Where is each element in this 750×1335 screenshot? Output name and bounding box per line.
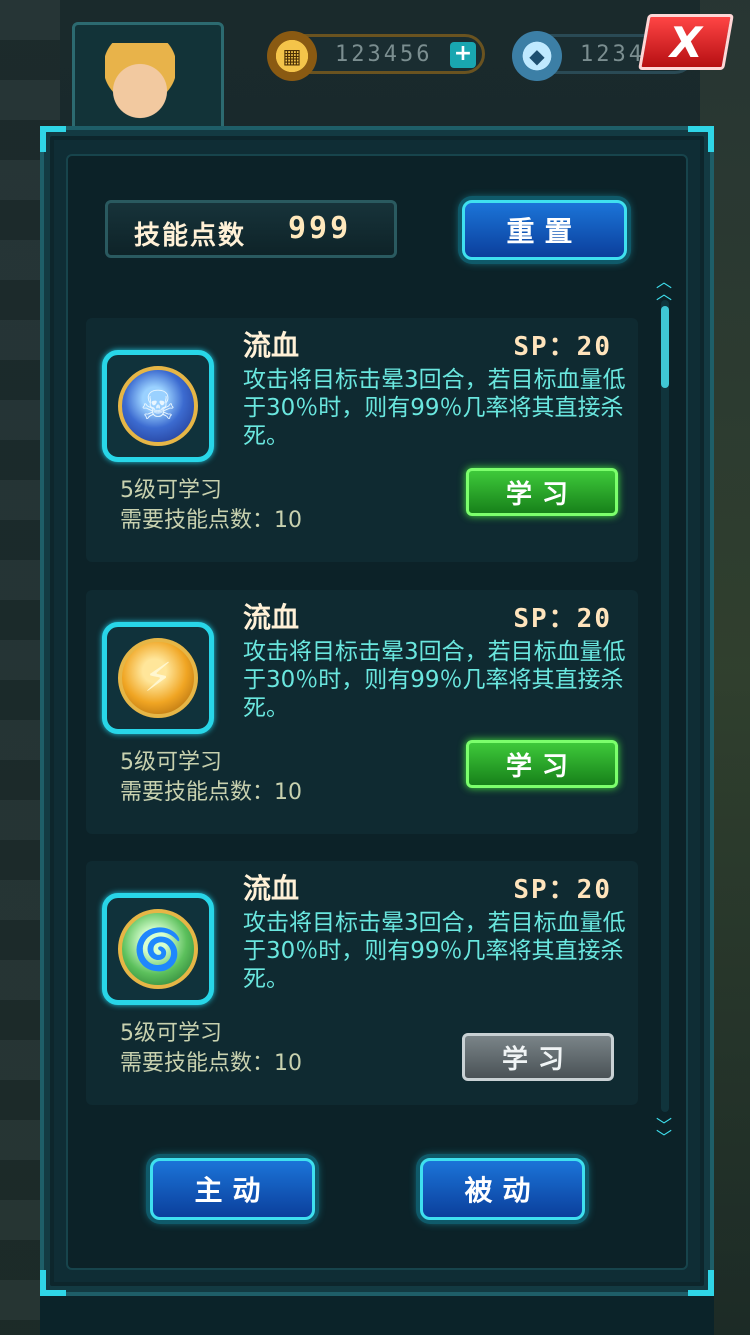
skill-description: 攻击将目标击晕3回合，若目标血量低于30％时，则有99％几率将其直接杀死。	[243, 910, 626, 992]
skill-required-level: 5级可学习	[120, 750, 222, 775]
panel-corner	[688, 1270, 714, 1296]
skill-icon-frame[interactable]: 🌀	[102, 893, 214, 1005]
scroll-down-icon[interactable]: ﹀ ﹀	[656, 1118, 672, 1146]
skill-points-display: 技能点数 999	[105, 200, 397, 258]
skill-required-level: 5级可学习	[120, 1021, 222, 1046]
skill-card: ☠ 流血 SP：20 攻击将目标击晕3回合，若目标血量低于30％时，则有99％几…	[86, 318, 638, 562]
skill-description: 攻击将目标击晕3回合，若目标血量低于30％时，则有99％几率将其直接杀死。	[243, 639, 626, 721]
skill-required-points: 需要技能点数：10	[120, 508, 302, 533]
slash-icon: ⚡	[118, 638, 198, 718]
skill-name: 流血	[243, 872, 300, 905]
panel-corner	[688, 126, 714, 152]
skill-icon-frame[interactable]: ☠	[102, 350, 214, 462]
skill-required-level: 5级可学习	[120, 478, 222, 503]
skill-required-points: 需要技能点数：10	[120, 1051, 302, 1076]
learn-button-disabled[interactable]: 学习	[462, 1033, 614, 1081]
gold-coin-icon: ▦	[267, 31, 317, 81]
avatar[interactable]	[72, 22, 224, 132]
tab-passive-skills[interactable]: 被动	[420, 1158, 585, 1220]
tab-active-skills[interactable]: 主动	[150, 1158, 315, 1220]
reset-button[interactable]: 重置	[462, 200, 627, 260]
scrollbar-track[interactable]	[661, 300, 669, 1112]
skill-description: 攻击将目标击晕3回合，若目标血量低于30％时，则有99％几率将其直接杀死。	[243, 367, 626, 449]
learn-button[interactable]: 学习	[466, 740, 618, 788]
add-gold-button[interactable]: +	[450, 42, 476, 68]
panel-corner	[40, 1270, 66, 1296]
skill-card: 🌀 流血 SP：20 攻击将目标击晕3回合，若目标血量低于30％时，则有99％几…	[86, 861, 638, 1105]
learn-button[interactable]: 学习	[466, 468, 618, 516]
close-button[interactable]: X	[638, 14, 734, 70]
scroll-up-icon[interactable]: ︿ ︿	[656, 274, 672, 302]
close-icon: X	[665, 17, 707, 67]
top-bar: ▦ 123456 + ◆ 123456 X	[0, 0, 750, 132]
skill-card: ⚡ 流血 SP：20 攻击将目标击晕3回合，若目标血量低于30％时，则有99％几…	[86, 590, 638, 834]
skill-sp-cost: SP：20	[513, 332, 612, 362]
skill-sp-cost: SP：20	[513, 875, 612, 905]
panel-corner	[40, 126, 66, 152]
bottom-tab-strip	[40, 1296, 714, 1335]
wind-icon: 🌀	[118, 909, 198, 989]
diamond-icon: ◆	[512, 31, 562, 81]
gold-value: 123456	[335, 42, 433, 67]
skill-points-label: 技能点数	[134, 221, 247, 251]
avatar-face-icon	[105, 43, 175, 123]
skill-name: 流血	[243, 329, 300, 362]
skill-name: 流血	[243, 601, 300, 634]
skill-points-value: 999	[288, 211, 352, 246]
skull-icon: ☠	[118, 366, 198, 446]
skill-required-points: 需要技能点数：10	[120, 780, 302, 805]
scrollbar-thumb[interactable]	[661, 306, 669, 388]
gold-currency: ▦ 123456 +	[267, 31, 485, 81]
skill-sp-cost: SP：20	[513, 604, 612, 634]
skill-icon-frame[interactable]: ⚡	[102, 622, 214, 734]
